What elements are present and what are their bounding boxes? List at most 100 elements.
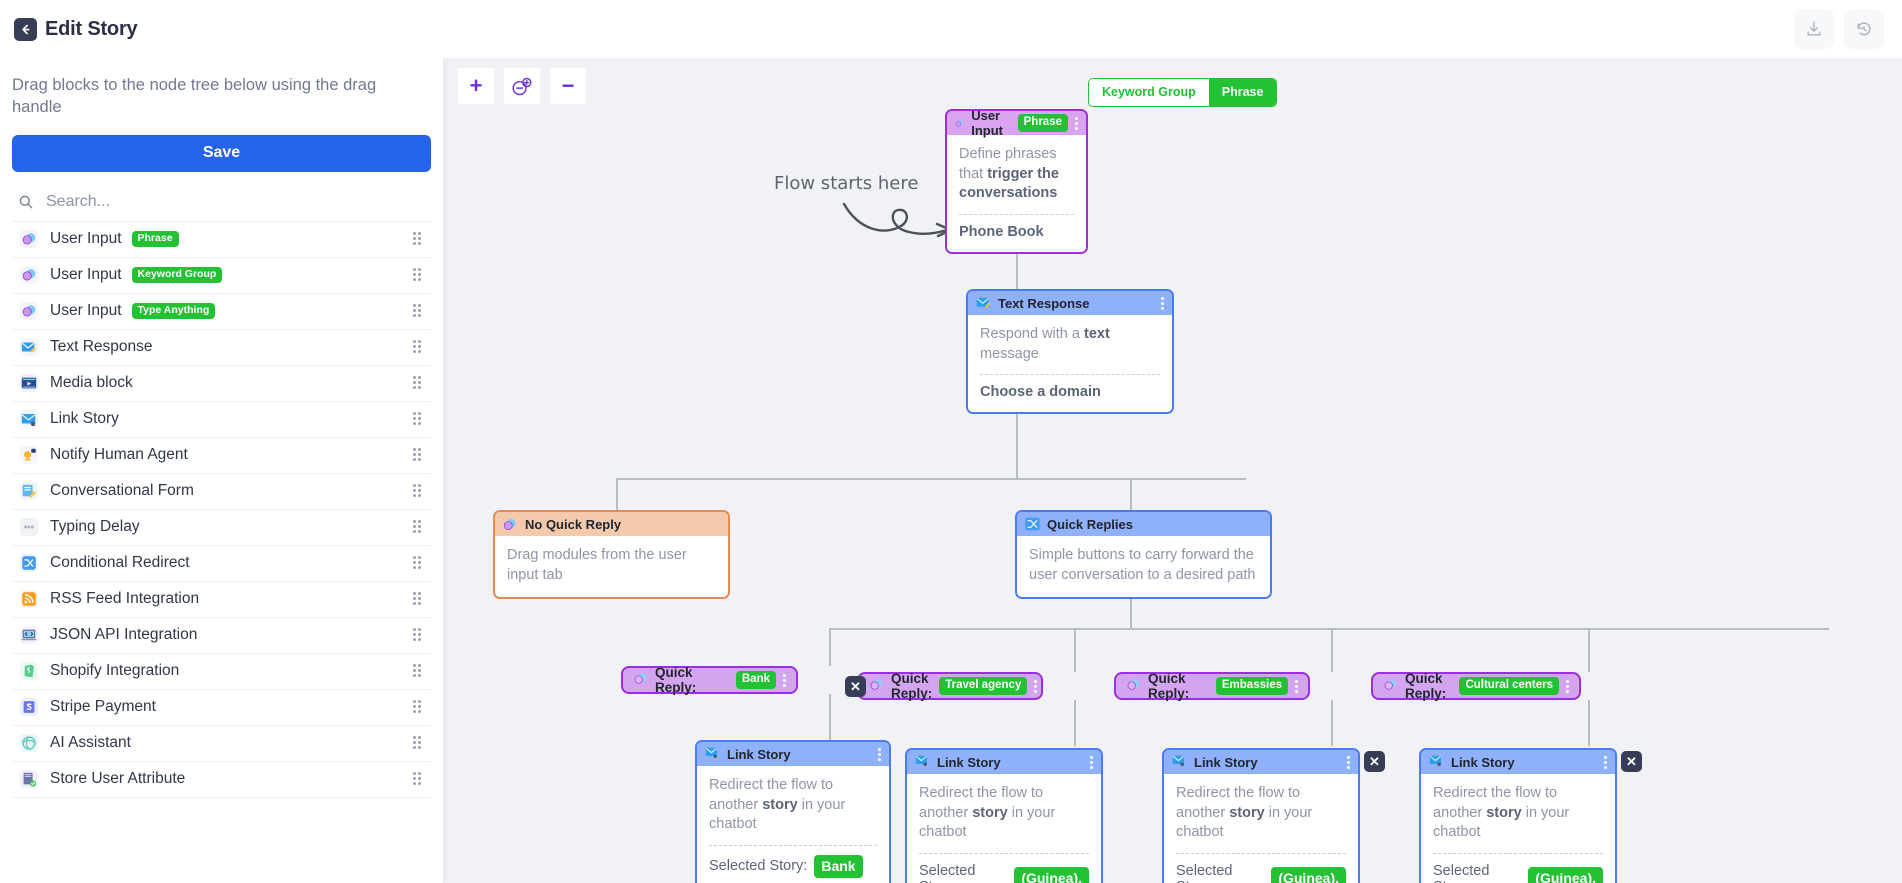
kebab-menu-icon[interactable] bbox=[1161, 296, 1164, 310]
block-item-user-input[interactable]: User Input Type Anything bbox=[12, 294, 431, 330]
block-item-conversational-form[interactable]: Conversational Form bbox=[12, 474, 431, 510]
drag-handle-icon[interactable] bbox=[413, 628, 425, 642]
node-quick-reply-2[interactable]: Quick Reply: Travel agency bbox=[857, 671, 1043, 701]
selected-story-row: Selected Story: (Guinea), bbox=[919, 863, 1089, 883]
node-quick-replies[interactable]: Quick Replies Simple buttons to carry fo… bbox=[1015, 510, 1272, 600]
node-text-response-title: Text Response bbox=[998, 295, 1090, 311]
zoom-reset-button[interactable] bbox=[504, 68, 540, 104]
node-link-story-header: Link Story bbox=[1421, 750, 1615, 774]
node-text-response-value[interactable]: Choose a domain bbox=[980, 384, 1160, 400]
block-list: User Input Phrase User Input Keyword Group U… bbox=[12, 222, 431, 798]
drag-handle-icon[interactable] bbox=[413, 340, 425, 354]
block-item-user-input[interactable]: User Input Keyword Group bbox=[12, 258, 431, 294]
chat-bubble-icon bbox=[869, 677, 884, 695]
node-link-story-4[interactable]: Link Story Redirect the flow to another s… bbox=[1419, 748, 1617, 883]
stripe-s-icon bbox=[18, 696, 40, 718]
quick-reply-wrapper: Quick Reply: Bank bbox=[621, 665, 798, 695]
block-item-label: Notify Human Agent bbox=[50, 446, 188, 464]
zoom-in-button[interactable]: + bbox=[458, 68, 494, 104]
node-link-story-1[interactable]: Link Story Redirect the flow to another s… bbox=[695, 740, 891, 883]
toggle-keyword-group[interactable]: Keyword Group bbox=[1089, 79, 1209, 106]
node-no-quick-reply[interactable]: No Quick Reply Drag modules from the use… bbox=[493, 510, 730, 600]
link-story-delete-button[interactable]: ✕ bbox=[1364, 751, 1385, 772]
toggle-phrase[interactable]: Phrase bbox=[1208, 79, 1277, 106]
node-no-quick-reply-title: No Quick Reply bbox=[525, 516, 622, 532]
openai-swirl-icon bbox=[18, 732, 40, 754]
drag-handle-icon[interactable] bbox=[413, 376, 425, 390]
drag-handle-icon[interactable] bbox=[413, 772, 425, 786]
kebab-menu-icon[interactable] bbox=[1090, 755, 1093, 769]
node-quick-reply-3[interactable]: Quick Reply: Embassies bbox=[1114, 671, 1310, 701]
node-link-story-description: Redirect the flow to another story in yo… bbox=[1176, 785, 1313, 841]
search-input[interactable] bbox=[44, 192, 431, 213]
kebab-menu-icon[interactable] bbox=[1295, 679, 1298, 693]
agent-headset-icon bbox=[18, 444, 40, 466]
node-text-response-body: Respond with a text message Choose a dom… bbox=[968, 315, 1172, 413]
block-item-stripe-payment[interactable]: Stripe Payment bbox=[12, 690, 431, 726]
block-item-rss-feed-integration[interactable]: RSS Feed Integration bbox=[12, 582, 431, 618]
kebab-menu-icon[interactable] bbox=[1566, 679, 1569, 693]
drag-handle-icon[interactable] bbox=[413, 412, 425, 426]
envelope-link-icon bbox=[705, 746, 720, 763]
drag-handle-icon[interactable] bbox=[413, 556, 425, 570]
download-button[interactable] bbox=[1794, 9, 1834, 49]
kebab-menu-icon[interactable] bbox=[1075, 116, 1078, 130]
history-button[interactable] bbox=[1844, 9, 1884, 49]
laptop-code-icon bbox=[18, 624, 40, 646]
quick-reply-tag: Embassies bbox=[1215, 676, 1288, 696]
envelope-link-icon bbox=[18, 408, 40, 430]
kebab-menu-icon[interactable] bbox=[878, 747, 881, 761]
kebab-menu-icon[interactable] bbox=[783, 673, 786, 687]
back-button[interactable] bbox=[14, 17, 37, 41]
block-item-label: Store User Attribute bbox=[50, 770, 186, 788]
block-item-json-api-integration[interactable]: JSON API Integration bbox=[12, 618, 431, 654]
edge-qr1-to-link bbox=[829, 694, 831, 740]
drag-handle-icon[interactable] bbox=[413, 232, 425, 246]
drag-handle-icon[interactable] bbox=[413, 448, 425, 462]
node-user-input[interactable]: User Input Phrase Define phrases that tr… bbox=[945, 108, 1088, 254]
block-item-notify-human-agent[interactable]: Notify Human Agent bbox=[12, 438, 431, 474]
rss-icon bbox=[18, 588, 40, 610]
save-button[interactable]: Save bbox=[12, 134, 431, 172]
node-quick-reply-4[interactable]: Quick Reply: Cultural centers bbox=[1371, 671, 1581, 701]
block-item-typing-delay[interactable]: Typing Delay bbox=[12, 510, 431, 546]
envelope-link-icon bbox=[1429, 754, 1444, 771]
drag-handle-icon[interactable] bbox=[413, 736, 425, 750]
block-item-ai-assistant[interactable]: AI Assistant bbox=[12, 726, 431, 762]
drag-handle-icon[interactable] bbox=[413, 520, 425, 534]
quick-reply-label: Quick Reply: bbox=[655, 665, 697, 695]
block-item-media-block[interactable]: Media block bbox=[12, 366, 431, 402]
drag-handle-icon[interactable] bbox=[413, 664, 425, 678]
kebab-menu-icon[interactable] bbox=[1034, 679, 1038, 693]
node-text-response[interactable]: Text Response Respond with a text messag… bbox=[966, 289, 1174, 415]
node-link-story-3[interactable]: Link Story Redirect the flow to another s… bbox=[1162, 748, 1360, 883]
node-link-story-description: Redirect the flow to another story in yo… bbox=[919, 785, 1056, 841]
block-item-text-response[interactable]: Text Response bbox=[12, 330, 431, 366]
node-quick-reply-1[interactable]: Quick Reply: Bank bbox=[621, 665, 798, 695]
block-item-conditional-redirect[interactable]: Conditional Redirect bbox=[12, 546, 431, 582]
drag-handle-icon[interactable] bbox=[413, 304, 425, 318]
drag-handle-icon[interactable] bbox=[413, 484, 425, 498]
quick-reply-label: Quick Reply: bbox=[1148, 671, 1190, 701]
link-story-delete-button[interactable]: ✕ bbox=[1621, 751, 1642, 772]
edge-to-quickreplies bbox=[1130, 478, 1132, 510]
kebab-menu-icon[interactable] bbox=[1347, 755, 1350, 769]
quick-reply-delete-button[interactable]: ✕ bbox=[845, 676, 866, 697]
block-item-link-story[interactable]: Link Story bbox=[12, 402, 431, 438]
zoom-out-button[interactable]: − bbox=[550, 68, 586, 104]
selected-story-label: Selected Story: bbox=[709, 858, 808, 875]
selected-story-value: Bank bbox=[814, 854, 863, 878]
flow-canvas[interactable]: + − Flow starts here Keyword Group Phras… bbox=[444, 58, 1902, 883]
edge-qr3-stem bbox=[1331, 628, 1333, 672]
block-item-label: AI Assistant bbox=[50, 734, 131, 752]
search-icon bbox=[19, 195, 33, 209]
drag-handle-icon[interactable] bbox=[413, 700, 425, 714]
kebab-menu-icon[interactable] bbox=[1604, 755, 1607, 769]
drag-handle-icon[interactable] bbox=[413, 268, 425, 282]
drag-handle-icon[interactable] bbox=[413, 592, 425, 606]
block-item-user-input[interactable]: User Input Phrase bbox=[12, 222, 431, 258]
node-link-story-2[interactable]: Link Story Redirect the flow to another s… bbox=[905, 748, 1103, 883]
history-restore-icon bbox=[1857, 22, 1871, 36]
block-item-store-user-attribute[interactable]: Store User Attribute bbox=[12, 762, 431, 798]
block-item-shopify-integration[interactable]: Shopify Integration bbox=[12, 654, 431, 690]
